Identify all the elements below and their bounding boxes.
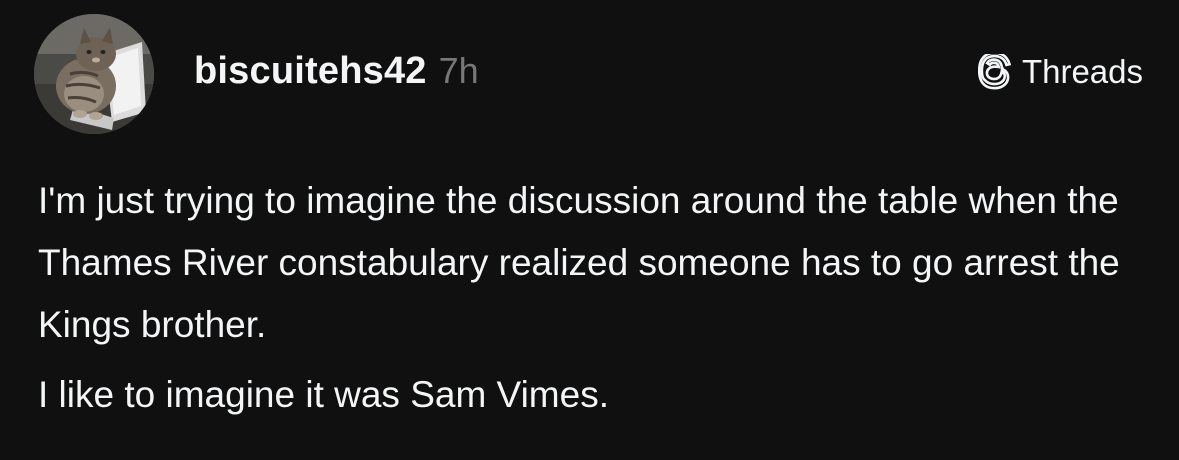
post-body: I'm just trying to imagine the discussio… xyxy=(38,170,1148,426)
threads-logo-icon xyxy=(977,54,1014,90)
threads-brand[interactable]: Threads xyxy=(977,52,1143,92)
timestamp: 7h xyxy=(438,50,479,91)
post-header: biscuitehs42 7h xyxy=(194,50,479,100)
threads-label: Threads xyxy=(1021,53,1143,90)
post-paragraph: I like to imagine it was Sam Vimes. xyxy=(38,374,609,415)
post-paragraph: I'm just trying to imagine the discussio… xyxy=(38,180,1120,345)
cat-avatar-image xyxy=(34,14,154,134)
threads-post-card: biscuitehs42 7h Threads I'm just trying … xyxy=(0,0,1179,460)
username[interactable]: biscuitehs42 xyxy=(194,50,427,93)
avatar[interactable] xyxy=(34,14,154,134)
